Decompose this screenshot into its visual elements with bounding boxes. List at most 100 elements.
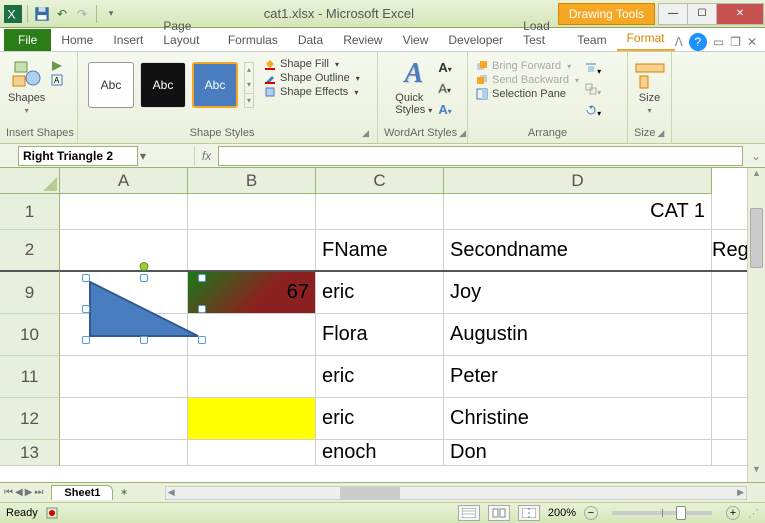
cell-D13[interactable]: Don [444, 440, 712, 465]
insert-function-button[interactable]: fx [194, 146, 218, 166]
row-header-13[interactable]: 13 [0, 440, 60, 466]
resize-handle-w[interactable] [82, 305, 90, 313]
sheet-tab-sheet1[interactable]: Sheet1 [51, 485, 113, 500]
cell-A11[interactable] [60, 356, 188, 397]
align-icon[interactable]: ▾ [585, 62, 601, 77]
tab-insert[interactable]: Insert [103, 29, 153, 51]
sheet-nav-first-icon[interactable]: ⏮ [4, 487, 13, 498]
resize-grip-icon[interactable]: ⋰ [748, 507, 759, 520]
tab-load-test[interactable]: Load Test [513, 15, 567, 51]
workbook-minimize-icon[interactable]: ▭ [713, 35, 724, 49]
quick-styles-button[interactable]: A QuickStyles ▾ [393, 56, 434, 118]
tab-file[interactable]: File [4, 29, 51, 51]
cell-D1[interactable]: CAT 1 [444, 194, 712, 229]
cell-C11[interactable]: eric [316, 356, 444, 397]
cell-A13[interactable] [60, 440, 188, 465]
cell-B12[interactable] [188, 398, 316, 439]
send-backward-button[interactable]: Send Backward▾ [476, 74, 579, 86]
tab-view[interactable]: View [393, 29, 439, 51]
resize-handle-se[interactable] [198, 336, 206, 344]
cell-B11[interactable] [188, 356, 316, 397]
row-header-9[interactable]: 9 [0, 272, 60, 314]
resize-handle-n[interactable] [140, 274, 148, 282]
zoom-slider[interactable] [612, 511, 712, 515]
scroll-thumb[interactable] [750, 208, 763, 268]
col-header-D[interactable]: D [444, 168, 712, 194]
text-outline-icon[interactable]: A▾ [438, 81, 451, 96]
tab-page-layout[interactable]: Page Layout [153, 15, 217, 51]
row-header-10[interactable]: 10 [0, 314, 60, 356]
cell-D9[interactable]: Joy [444, 272, 712, 313]
wordart-dialog-launcher[interactable]: ◢ [457, 126, 468, 141]
tab-developer[interactable]: Developer [438, 29, 513, 51]
cell-B10[interactable] [188, 314, 316, 355]
cell-C1[interactable] [316, 194, 444, 229]
row-header-1[interactable]: 1 [0, 194, 60, 230]
maximize-button[interactable]: ☐ [687, 3, 717, 25]
horizontal-scrollbar[interactable]: ◀▶ [165, 486, 747, 500]
zoom-slider-thumb[interactable] [676, 506, 686, 520]
cell-B13[interactable] [188, 440, 316, 465]
excel-icon[interactable]: X [4, 5, 22, 23]
shape-fill-button[interactable]: Shape Fill▾ [264, 58, 360, 70]
cell-D12[interactable]: Christine [444, 398, 712, 439]
cell-D2[interactable]: SecondnameReg [444, 230, 712, 270]
cell-B9[interactable]: 67 [188, 272, 316, 313]
save-icon[interactable] [33, 5, 51, 23]
cell-B2[interactable] [188, 230, 316, 270]
hscroll-thumb[interactable] [340, 487, 400, 499]
size-dialog-launcher[interactable]: ◢ [655, 126, 666, 141]
sheet-nav-last-icon[interactable]: ⏭ [34, 487, 43, 498]
redo-icon[interactable]: ↷ [73, 5, 91, 23]
cell-A2[interactable] [60, 230, 188, 270]
cell-D10[interactable]: Augustin [444, 314, 712, 355]
formula-bar[interactable] [218, 146, 743, 166]
hscroll-right-icon[interactable]: ▶ [737, 487, 744, 498]
minimize-button[interactable]: — [658, 3, 688, 25]
workbook-close-icon[interactable]: ✕ [747, 35, 757, 49]
group-icon[interactable]: ▾ [585, 83, 601, 98]
expand-formula-bar-icon[interactable]: ⌄ [747, 149, 765, 163]
macro-record-icon[interactable] [46, 507, 58, 519]
col-header-A[interactable]: A [60, 168, 188, 194]
right-triangle-shape[interactable] [86, 278, 202, 340]
workbook-restore-icon[interactable]: ❐ [730, 35, 741, 49]
tab-team[interactable]: Team [567, 29, 616, 51]
shape-styles-gallery[interactable]: Abc Abc Abc ▴ ▾ ▾ [84, 56, 258, 114]
page-layout-view-button[interactable] [488, 505, 510, 521]
zoom-out-button[interactable]: − [584, 506, 598, 520]
close-button[interactable]: ✕ [716, 3, 764, 25]
minimize-ribbon-icon[interactable]: ᐱ [675, 35, 683, 49]
tab-home[interactable]: Home [51, 29, 103, 51]
name-box-dropdown-icon[interactable]: ▾ [140, 149, 146, 163]
cell-C13[interactable]: enoch [316, 440, 444, 465]
zoom-level[interactable]: 200% [548, 507, 576, 519]
col-header-C[interactable]: C [316, 168, 444, 194]
rotate-icon[interactable]: ▾ [585, 104, 601, 119]
normal-view-button[interactable] [458, 505, 480, 521]
hscroll-left-icon[interactable]: ◀ [168, 487, 175, 498]
shape-styles-dialog-launcher[interactable]: ◢ [360, 126, 371, 141]
resize-handle-ne[interactable] [198, 274, 206, 282]
cell-D11[interactable]: Peter [444, 356, 712, 397]
undo-icon[interactable]: ↶ [53, 5, 71, 23]
selection-pane-button[interactable]: Selection Pane [476, 88, 579, 100]
new-sheet-icon[interactable]: ✶ [113, 486, 134, 499]
vertical-scrollbar[interactable]: ▲ ▼ [747, 168, 765, 482]
zoom-in-button[interactable]: + [726, 506, 740, 520]
scroll-down-icon[interactable]: ▼ [748, 464, 765, 482]
text-fill-icon[interactable]: A▾ [438, 60, 451, 75]
tab-formulas[interactable]: Formulas [218, 29, 288, 51]
col-header-B[interactable]: B [188, 168, 316, 194]
cell-B1[interactable] [188, 194, 316, 229]
cell-A1[interactable] [60, 194, 188, 229]
row-header-2[interactable]: 2 [0, 230, 60, 272]
cell-C9[interactable]: eric [316, 272, 444, 313]
bring-forward-button[interactable]: Bring Forward▾ [476, 60, 579, 72]
gallery-up-icon[interactable]: ▴ [245, 63, 253, 76]
gallery-more-icon[interactable]: ▾ [245, 93, 253, 107]
name-box[interactable]: Right Triangle 2 [18, 146, 138, 166]
text-effects-icon[interactable]: A▾ [438, 102, 451, 117]
tab-format[interactable]: Format [617, 27, 675, 51]
tab-data[interactable]: Data [288, 29, 333, 51]
